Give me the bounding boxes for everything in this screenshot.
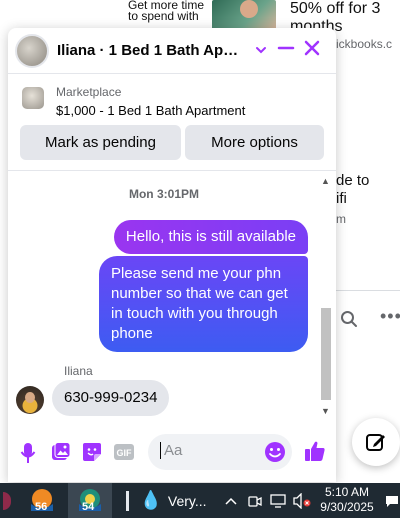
outgoing-message[interactable]: Hello, this is still available (113, 220, 308, 254)
chat-window: Iliana · 1 Bed 1 Bath Apart... Marketpla… (8, 28, 336, 482)
outgoing-message[interactable]: Please send me your phn number so that w… (99, 256, 308, 352)
bg-small-text: m (336, 212, 346, 226)
gif-icon[interactable]: GIF (113, 442, 135, 467)
ad-image[interactable] (212, 0, 276, 30)
clock-date: 9/30/2025 (320, 500, 374, 514)
microphone-icon[interactable] (20, 442, 36, 469)
minimize-icon[interactable] (277, 39, 295, 62)
chat-title[interactable]: Iliana · 1 Bed 1 Bath Apart... (57, 42, 243, 59)
new-message-button[interactable] (352, 418, 400, 466)
listing-category: Marketplace (56, 85, 122, 99)
weather-icon[interactable]: 56 (22, 483, 62, 518)
weather-temp: 54 (82, 501, 95, 513)
emoji-icon[interactable] (264, 441, 286, 468)
scrollbar-thumb[interactable] (321, 308, 331, 400)
taskbar-weather-app[interactable]: 💧 Very... (138, 483, 208, 518)
photo-icon[interactable] (51, 442, 71, 467)
compose-icon (366, 434, 385, 451)
scroll-down-icon[interactable]: ▼ (321, 406, 330, 416)
weather-temp: 56 (35, 501, 48, 513)
scrollbar[interactable]: ▲ ▼ (320, 176, 332, 420)
sender-avatar[interactable] (16, 386, 44, 414)
message-input-box[interactable] (148, 434, 292, 470)
sticker-icon[interactable] (82, 442, 102, 467)
sender-name: Iliana (64, 364, 93, 378)
ad-text: Get more time to spend with (128, 0, 205, 23)
network-icon[interactable] (268, 483, 288, 518)
listing-name[interactable]: $1,000 - 1 Bed 1 Bath Apartment (56, 103, 245, 118)
bg-text: de to ifi (336, 172, 370, 207)
more-icon[interactable]: ••• (380, 306, 400, 327)
listing-thumbnail[interactable] (22, 87, 44, 109)
composer: GIF (8, 432, 336, 480)
incoming-message[interactable]: 630-999-0234 (52, 380, 170, 416)
weather-icon-active[interactable]: 54 (68, 483, 112, 518)
notification-icon[interactable] (384, 483, 400, 518)
message-list: Mon 3:01PM Hello, this is still availabl… (8, 172, 336, 422)
message-input[interactable] (160, 442, 260, 459)
mark-as-pending-button[interactable]: Mark as pending (20, 125, 181, 160)
ad-domain: ickbooks.c (336, 37, 393, 51)
taskbar-app-icon[interactable] (116, 483, 138, 518)
chat-avatar[interactable] (15, 33, 49, 68)
listing-panel: Marketplace $1,000 - 1 Bed 1 Bath Apartm… (8, 75, 336, 171)
search-icon[interactable] (340, 310, 358, 333)
chevron-down-icon[interactable] (255, 42, 267, 60)
message-timestamp: Mon 3:01PM (128, 187, 199, 201)
chat-header: Iliana · 1 Bed 1 Bath Apart... (8, 28, 336, 74)
taskbar-app-icon[interactable] (0, 483, 14, 518)
close-icon[interactable] (303, 39, 321, 62)
like-icon[interactable] (304, 440, 326, 467)
water-drop-icon: 💧 (139, 490, 162, 510)
more-options-button[interactable]: More options (185, 125, 324, 160)
svg-text:GIF: GIF (117, 448, 133, 458)
taskbar-clock[interactable]: 5:10 AM 9/30/2025 (318, 485, 376, 515)
camera-icon[interactable] (246, 483, 264, 518)
clock-time: 5:10 AM (324, 485, 370, 499)
taskbar-app-label: Very... (167, 492, 207, 509)
scroll-up-icon[interactable]: ▲ (321, 176, 330, 186)
chevron-up-icon[interactable] (222, 483, 240, 518)
volume-muted-icon[interactable] (292, 483, 312, 518)
taskbar: 56 54 💧 Very... 5:10 AM 9/30/2025 (0, 483, 400, 518)
divider (336, 290, 400, 291)
